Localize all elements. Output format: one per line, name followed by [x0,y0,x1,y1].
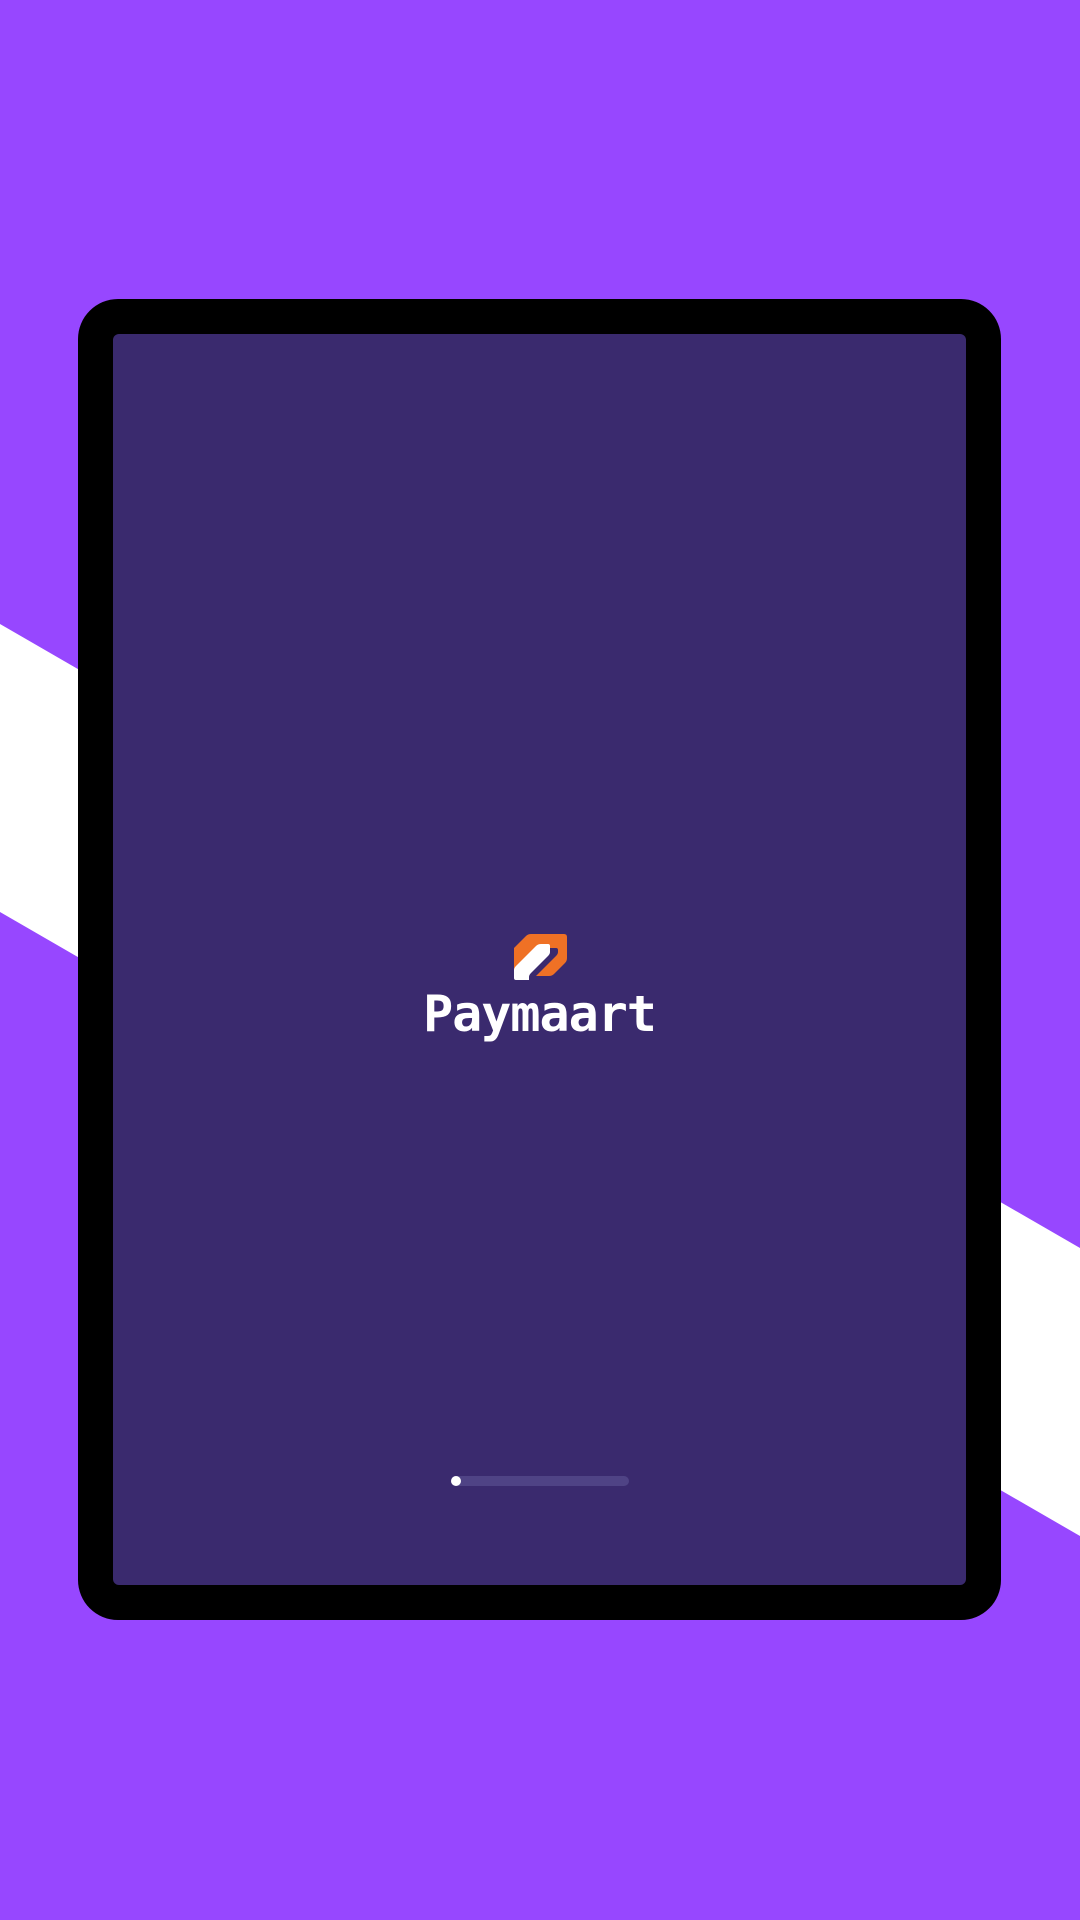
loading-progress-fill [451,1476,461,1486]
brand-logo-lockup: Paymaart [113,926,966,1040]
brand-name-wordmark: Paymaart [423,985,657,1043]
paymaart-logo-icon [513,934,567,980]
loading-progress-bar [451,1476,629,1486]
tablet-device-frame: Paymaart [78,299,1001,1620]
splash-screen: Paymaart [113,334,966,1585]
